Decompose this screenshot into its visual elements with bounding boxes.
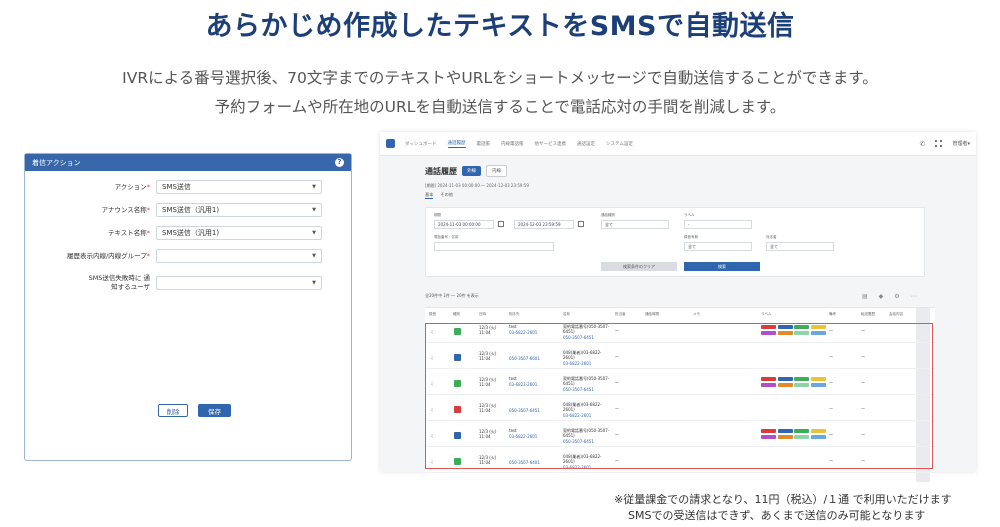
required-mark: * <box>146 182 150 191</box>
tag-icon[interactable]: ◆ <box>879 293 884 300</box>
delete-button[interactable]: 削除 <box>158 404 188 417</box>
search-filter: 期間 2024-11-03 00:00:00 2024-12-03 23:59:… <box>425 207 925 277</box>
th-caller: 相手先 <box>509 312 520 316</box>
th-transcript: 会話内容 <box>889 312 903 316</box>
select-value: SMS送信（汎用1) <box>162 229 220 237</box>
nav-item-call-history[interactable]: 通話履歴 <box>447 140 466 148</box>
field-history-extension: 履歴表示内線/内線グループ* ▼ <box>25 249 353 263</box>
th-assignee: 担当者 <box>615 312 626 316</box>
page-title: 通話履歴 <box>425 166 457 176</box>
nav-item-dashboard[interactable]: ダッシュボード <box>405 141 437 147</box>
label-filter-select[interactable]: - <box>684 220 752 229</box>
handler-select[interactable]: 全て <box>766 242 834 251</box>
period-text: [期間] 2024-11-03 00:00:00 〜 2024-12-03 23… <box>425 183 529 188</box>
highlight-frame <box>425 323 933 469</box>
field-notify-user: SMS送信失敗時に 通知するユーザ ▼ <box>25 274 353 292</box>
field-label: SMS送信失敗時に 通知するユーザ <box>88 274 150 291</box>
save-button[interactable]: 保存 <box>198 404 231 417</box>
notify-user-select[interactable]: ▼ <box>156 275 322 290</box>
subtab-other[interactable]: その他 <box>440 192 453 199</box>
field-label: アナウンス名称 <box>101 205 147 214</box>
handler-label: 対応者 <box>766 235 777 239</box>
select-value: SMS送信 <box>162 183 191 191</box>
search-label: 電話番号・名前 <box>434 235 459 239</box>
field-label: 履歴表示内線/内線グループ <box>66 251 147 260</box>
field-text-name: テキスト名称* SMS送信（汎用1) ▼ <box>25 226 353 240</box>
th-memo: メモ <box>693 312 700 316</box>
th-type: 種別 <box>453 312 460 316</box>
chevron-down-icon: ▼ <box>312 207 316 213</box>
description-line-1: IVRによる番号選択後、70文字までのテキストやURLをショートメッセージで自動… <box>122 69 878 87</box>
label-filter-label: ラベル <box>684 213 695 217</box>
chevron-down-icon: ▼ <box>312 230 316 236</box>
nav-item-call-settings[interactable]: 通話設定 <box>577 141 595 147</box>
field-label: アクション <box>114 182 147 191</box>
field-label: テキスト名称 <box>107 228 147 237</box>
date-from-input[interactable]: 2024-11-03 00:00:00 <box>434 220 494 229</box>
recording-select[interactable]: 全て <box>684 242 752 251</box>
call-type-label: 通話種別 <box>601 213 615 217</box>
required-mark: * <box>146 228 150 237</box>
date-to-input[interactable]: 2024-12-03 23:59:59 <box>514 220 574 229</box>
tab-external[interactable]: 外線 <box>462 166 481 176</box>
chevron-down-icon: ▼ <box>312 253 316 259</box>
nav-item-phonebook[interactable]: 電話帳 <box>477 141 491 147</box>
th-recording: 録音 <box>429 312 436 316</box>
panel-title: 着信アクション <box>32 158 81 167</box>
list-icon[interactable]: ▤ <box>862 293 868 300</box>
tab-internal[interactable]: 内線 <box>486 165 507 177</box>
text-select[interactable]: SMS送信（汎用1) ▼ <box>156 226 322 240</box>
field-announce-name: アナウンス名称* SMS送信（汎用1) ▼ <box>25 203 353 217</box>
required-mark: * <box>146 251 150 260</box>
user-menu[interactable]: 管理者▾ <box>952 140 970 147</box>
action-select[interactable]: SMS送信 ▼ <box>156 180 322 194</box>
select-value: SMS送信（汎用1) <box>162 206 220 214</box>
call-type-select[interactable]: 全て <box>601 220 669 229</box>
th-name: 名前 <box>563 312 570 316</box>
th-datetime: 日時 <box>479 312 486 316</box>
recording-label: 録音有無 <box>684 235 698 239</box>
required-mark: * <box>146 205 150 214</box>
gear-icon[interactable]: ⚙ <box>894 293 899 300</box>
nav-item-system-settings[interactable]: システム設定 <box>606 141 633 147</box>
top-nav: ダッシュボード 通話履歴 電話帳 内線電話帳 他サービス連携 通話設定 システム… <box>380 132 976 156</box>
incoming-action-panel: 着信アクション ? アクション* SMS送信 ▼ アナウンス名称* SMS送信（汎… <box>24 153 352 461</box>
calendar-icon[interactable] <box>498 221 504 227</box>
announce-select[interactable]: SMS送信（汎用1) ▼ <box>156 203 322 217</box>
field-action: アクション* SMS送信 ▼ <box>25 180 353 194</box>
th-duration: 通話時間 <box>645 312 659 316</box>
footnote-1: ※従量課金での請求となり、11円（税込）/１通 で利用いただけます <box>614 493 952 506</box>
subtab-basic[interactable]: 基本 <box>425 192 434 199</box>
grid-icon[interactable] <box>935 140 943 147</box>
clear-filter-button[interactable]: 検索条件のクリア <box>601 262 677 271</box>
nav-item-integrations[interactable]: 他サービス連携 <box>535 141 567 147</box>
help-icon[interactable]: ? <box>335 158 344 167</box>
calendar-icon[interactable] <box>578 221 584 227</box>
chevron-down-icon: ▼ <box>312 184 316 190</box>
period-label: 期間 <box>434 213 441 217</box>
nav-item-extension-phonebook[interactable]: 内線電話帳 <box>501 141 524 147</box>
app-logo-icon <box>386 139 395 148</box>
search-input[interactable] <box>434 242 554 251</box>
th-note: 備考 <box>829 312 836 316</box>
footnote-2: SMSでの受送信はできず、あくまで送信のみ可能となります <box>628 509 926 522</box>
phone-icon[interactable]: ✆ <box>920 140 926 148</box>
panel-header: 着信アクション ? <box>25 154 351 171</box>
th-transfer: 転送履歴 <box>861 312 875 316</box>
panel-buttons: 削除 保存 <box>158 404 231 417</box>
search-button[interactable]: 検索 <box>684 262 760 271</box>
history-extension-select[interactable]: ▼ <box>156 249 322 263</box>
th-label: ラベル <box>761 312 772 316</box>
chevron-down-icon: ▼ <box>312 279 316 286</box>
more-icon[interactable]: ⋯ <box>911 293 917 300</box>
pager-text: 全20件中 1件 〜 20件 を表示 <box>425 293 479 298</box>
description-line-2: 予約フォームや所在地のURLを自動送信することで電話応対の手間を削減します。 <box>214 98 786 116</box>
headline: あらかじめ作成したテキストをSMSで自動送信 <box>205 11 795 42</box>
